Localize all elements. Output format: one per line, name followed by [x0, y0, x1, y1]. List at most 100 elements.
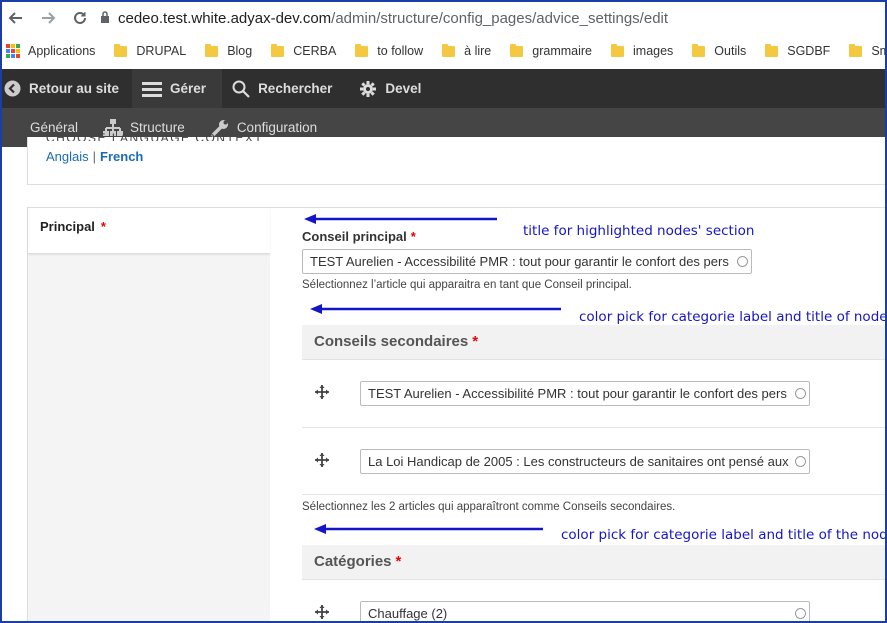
- bookmark-folder[interactable]: à lire: [442, 43, 492, 58]
- bookmark-folder[interactable]: to follow: [355, 43, 424, 58]
- conseils-secondaires-header: Conseils secondaires *: [302, 325, 887, 360]
- autocomplete-throbber-icon: [737, 256, 748, 267]
- forward-arrow-icon[interactable]: [32, 0, 64, 36]
- annotation-note: color pick for categorie label and title…: [561, 527, 887, 543]
- folder-icon: [271, 43, 285, 57]
- required-marker: *: [410, 229, 416, 244]
- conseil-secondaire-value: TEST Aurelien - Accessibilité PMR : tout…: [368, 386, 787, 401]
- autocomplete-throbber-icon: [795, 388, 806, 399]
- bookmark-folder[interactable]: images: [611, 43, 674, 58]
- conseil-principal-description: Sélectionnez l’article qui apparaitra en…: [302, 279, 632, 291]
- bookmark-label: à lire: [464, 44, 492, 58]
- conseil-principal-label-text: Conseil principal: [302, 229, 407, 244]
- categories-title-text: Catégories: [314, 553, 392, 570]
- bookmark-folder[interactable]: SGDBF: [765, 43, 831, 58]
- back-to-site-link[interactable]: Retour au site: [0, 69, 132, 108]
- drag-handle-icon[interactable]: [315, 453, 329, 470]
- row-divider: [302, 494, 887, 495]
- address-field[interactable]: cedeo.test.white.adyax-dev.com/admin/str…: [118, 10, 668, 27]
- language-context-title: CHOOSE LANGUAGE CONTEXT: [46, 131, 264, 141]
- conseil-principal-value: TEST Aurelien - Accessibilité PMR : tout…: [310, 254, 729, 269]
- bookmark-label: to follow: [377, 44, 424, 58]
- annotation-note: title for highlighted nodes' section: [523, 223, 755, 239]
- categories-header: Catégories *: [302, 545, 887, 580]
- bookmark-label: Blog: [227, 44, 253, 58]
- language-link-french[interactable]: French: [100, 149, 143, 164]
- page-content: CHOOSE LANGUAGE CONTEXT Anglais | French P…: [0, 131, 887, 623]
- language-separator: |: [92, 149, 97, 164]
- conseils-secondaires-description: Sélectionnez les 2 articles qui apparaît…: [302, 501, 676, 513]
- folder-icon: [510, 43, 524, 57]
- folder-icon: [849, 43, 863, 57]
- annotation-arrow-icon: [314, 524, 543, 534]
- conseil-secondaire-input[interactable]: La Loi Handicap de 2005 : Les constructe…: [360, 449, 810, 474]
- vertical-tab-text: Principal: [40, 219, 95, 234]
- drag-handle-icon[interactable]: [315, 385, 329, 402]
- folder-icon: [611, 43, 624, 57]
- categorie-input[interactable]: Chauffage (2): [360, 601, 810, 623]
- annotation-note: color pick for categorie label and title…: [579, 309, 887, 325]
- bookmark-label: CERBA: [293, 44, 337, 58]
- url-path: /admin/structure/config_pages/advice_set…: [331, 9, 669, 27]
- search-label: Rechercher: [258, 81, 333, 96]
- devel-tab[interactable]: Devel: [345, 69, 434, 108]
- annotation-arrow-icon: [304, 214, 497, 224]
- back-arrow-icon[interactable]: [0, 0, 32, 36]
- devel-label: Devel: [385, 81, 422, 96]
- vertical-tab-label: Principal *: [40, 219, 106, 234]
- autocomplete-throbber-icon: [795, 608, 806, 619]
- required-marker: *: [395, 553, 402, 570]
- folder-icon: [442, 43, 456, 57]
- annotation-arrow-icon: [310, 304, 561, 314]
- language-links: Anglais | French: [46, 149, 143, 164]
- bookmark-label: Applications: [28, 44, 96, 58]
- lock-icon: [100, 10, 110, 26]
- bookmark-folder[interactable]: Smile: [849, 43, 887, 58]
- bookmark-folder[interactable]: Blog: [205, 43, 253, 58]
- back-circle-icon: [4, 80, 21, 97]
- folder-icon: [692, 43, 706, 57]
- admin-toolbar: Retour au site Gérer Rechercher Devel: [0, 69, 887, 108]
- apps-grid-icon: [6, 44, 20, 58]
- bookmark-label: SGDBF: [787, 44, 831, 58]
- bookmark-label: grammaire: [532, 44, 592, 58]
- gear-icon: [359, 80, 377, 98]
- categorie-value: Chauffage (2): [368, 606, 448, 621]
- hamburger-icon: [142, 81, 163, 97]
- bookmark-folder[interactable]: grammaire: [510, 43, 592, 58]
- conseil-principal-input[interactable]: TEST Aurelien - Accessibilité PMR : tout…: [302, 249, 752, 274]
- drag-handle-icon[interactable]: [315, 605, 329, 622]
- bookmark-label: images: [633, 44, 674, 58]
- folder-icon: [114, 43, 128, 57]
- bookmark-folder[interactable]: CERBA: [271, 43, 337, 58]
- bookmark-label: DRUPAL: [136, 44, 187, 58]
- panel-top-border: [269, 207, 887, 208]
- vertical-tabs: Principal *: [27, 207, 270, 623]
- folder-icon: [765, 43, 779, 57]
- bookmark-applications[interactable]: Applications: [6, 44, 95, 58]
- bookmark-label: Outils: [714, 44, 747, 58]
- bookmark-folder[interactable]: Outils: [692, 43, 747, 58]
- language-link-anglais[interactable]: Anglais: [46, 149, 89, 164]
- bookmark-label: Smile: [871, 44, 887, 58]
- manage-label: Gérer: [170, 81, 207, 96]
- categories-title: Catégories *: [314, 553, 401, 570]
- conseil-secondaire-input[interactable]: TEST Aurelien - Accessibilité PMR : tout…: [360, 381, 810, 406]
- search-icon: [232, 80, 250, 98]
- language-context-box: CHOOSE LANGUAGE CONTEXT Anglais | French: [27, 131, 887, 185]
- search-tab[interactable]: Rechercher: [222, 69, 345, 108]
- conseil-secondaire-value: La Loi Handicap de 2005 : Les constructe…: [368, 454, 789, 469]
- folder-icon: [355, 43, 369, 57]
- url-host: cedeo.test.white.adyax-dev.com: [118, 9, 332, 27]
- manage-tab[interactable]: Gérer: [132, 69, 223, 108]
- conseils-secondaires-title-text: Conseils secondaires: [314, 333, 469, 350]
- required-marker: *: [100, 219, 106, 234]
- required-marker: *: [472, 333, 479, 350]
- vertical-tab-principal[interactable]: Principal *: [28, 208, 270, 254]
- folder-icon: [205, 43, 219, 57]
- conseils-secondaires-title: Conseils secondaires *: [314, 333, 478, 350]
- bookmark-folder[interactable]: DRUPAL: [114, 43, 187, 58]
- conseil-principal-label: Conseil principal *: [302, 229, 416, 244]
- autocomplete-throbber-icon: [795, 456, 806, 467]
- reload-icon[interactable]: [64, 0, 96, 36]
